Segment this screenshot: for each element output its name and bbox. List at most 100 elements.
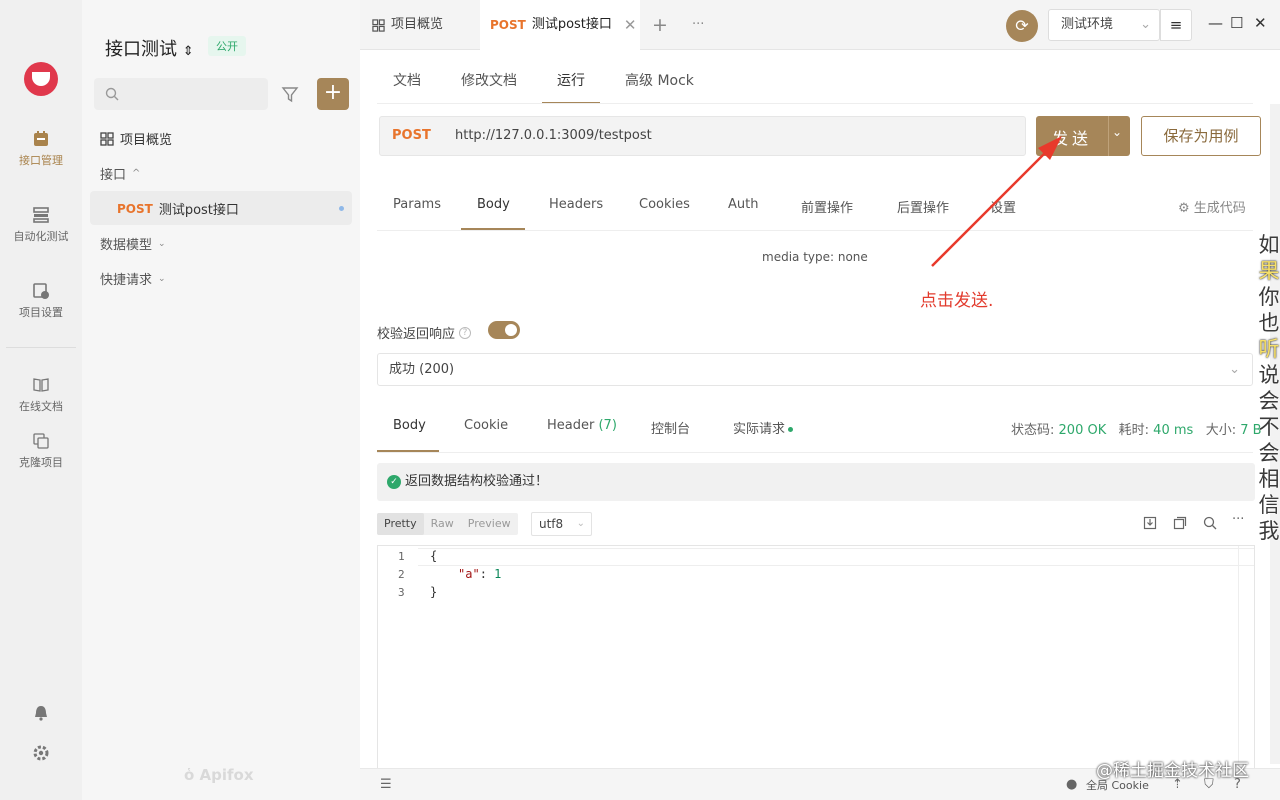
- maximize-icon[interactable]: ☐: [1230, 14, 1243, 32]
- window-close-icon[interactable]: ✕: [1254, 14, 1267, 32]
- annotation-arrow: [931, 136, 1062, 267]
- response-tab-header[interactable]: Header (7): [547, 418, 617, 433]
- list-icon[interactable]: ☰: [380, 777, 392, 792]
- chevron-down-icon: ⌄: [1229, 362, 1240, 377]
- sidebar-item-label: 测试post接口: [158, 203, 239, 218]
- save-as-case-button[interactable]: 保存为用例: [1141, 116, 1261, 156]
- copy-icon[interactable]: [1172, 515, 1188, 531]
- divider: [1108, 116, 1109, 156]
- line-number: 2: [398, 568, 405, 581]
- cookie-icon: ●: [1066, 777, 1078, 792]
- sidebar-item-overview[interactable]: 项目概览: [100, 129, 172, 148]
- generate-code-button[interactable]: ⚙ 生成代码: [1178, 197, 1246, 216]
- tab-params[interactable]: Params: [393, 197, 441, 212]
- project-switcher[interactable]: 接口测试 ⇕: [105, 35, 194, 61]
- rail-label: 接口管理: [19, 154, 63, 167]
- rail-item-api-manage[interactable]: 接口管理: [0, 130, 82, 168]
- rail-label: 在线文档: [19, 400, 63, 413]
- tab-headers[interactable]: Headers: [549, 197, 603, 212]
- rail-item-project-settings[interactable]: 项目设置: [0, 282, 82, 320]
- rail-label: 项目设置: [19, 306, 63, 319]
- sync-icon[interactable]: ⟳: [1006, 10, 1038, 42]
- grid-icon: [100, 131, 114, 146]
- format-pretty[interactable]: Pretty: [377, 513, 424, 535]
- search-icon[interactable]: [1202, 515, 1218, 531]
- sidebar-group-label: 数据模型: [100, 238, 153, 253]
- tab-body[interactable]: Body: [477, 197, 510, 212]
- generate-code-label: 生成代码: [1193, 201, 1246, 216]
- validation-success-banner: ✓ 返回数据结构校验通过！: [377, 463, 1255, 501]
- icon-rail: 接口管理 自动化测试 项目设置 在线文档 克隆项目: [0, 0, 82, 800]
- subtab-advanced-mock[interactable]: 高级 Mock: [625, 70, 694, 90]
- rail-item-online-docs[interactable]: 在线文档: [0, 376, 82, 414]
- annotation-text: 点击发送.: [920, 291, 994, 311]
- tab-auth[interactable]: Auth: [728, 197, 758, 212]
- method-select[interactable]: POST: [392, 128, 431, 143]
- validate-response-label: 校验返回响应 ?: [377, 323, 472, 342]
- code-line: }: [430, 585, 438, 599]
- add-api-button[interactable]: +: [317, 78, 349, 110]
- sidebar-group-quick-request[interactable]: 快捷请求 ⌄: [100, 269, 166, 288]
- format-preview[interactable]: Preview: [461, 513, 518, 535]
- response-status-select[interactable]: 成功 (200) ⌄: [377, 353, 1253, 386]
- main-panel: 文档 修改文档 运行 高级 Mock POST http://127.0.0.1…: [360, 50, 1280, 800]
- current-line-highlight: [418, 548, 1254, 566]
- clone-icon: [33, 433, 49, 449]
- rail-item-auto-test[interactable]: 自动化测试: [0, 206, 82, 244]
- switch-icon: ⇕: [182, 44, 194, 59]
- hamburger-menu-icon[interactable]: ≡: [1160, 9, 1192, 41]
- more-tabs-button[interactable]: ···: [692, 0, 704, 50]
- filter-icon[interactable]: [278, 82, 302, 106]
- response-tab-body[interactable]: Body: [393, 418, 426, 433]
- app-logo: [24, 62, 58, 96]
- rail-label: 自动化测试: [13, 230, 69, 243]
- close-icon[interactable]: ✕: [624, 0, 637, 50]
- format-raw[interactable]: Raw: [424, 513, 461, 535]
- api-manage-icon: [34, 131, 48, 146]
- watermark: @稀土掘金技术社区: [1096, 761, 1249, 781]
- more-icon[interactable]: ···: [1232, 512, 1248, 528]
- tab-api[interactable]: POST 测试post接口 ✕: [480, 0, 640, 50]
- project-visibility-badge: 公开: [208, 36, 246, 56]
- gear-icon[interactable]: [32, 744, 50, 762]
- method-badge: POST: [490, 18, 526, 32]
- response-tab-actual-request[interactable]: 实际请求: [733, 418, 794, 437]
- response-tab-console[interactable]: 控制台: [651, 418, 690, 437]
- chevron-down-icon: ⌄: [158, 238, 166, 249]
- sidebar-group-api[interactable]: 接口 ^: [100, 164, 140, 183]
- chevron-down-icon[interactable]: ⌄: [1112, 125, 1122, 139]
- status-dot: [788, 427, 794, 432]
- download-icon[interactable]: [1142, 515, 1158, 531]
- encoding-select[interactable]: utf8 ⌄: [531, 512, 592, 536]
- tab-overview[interactable]: 项目概览: [372, 0, 443, 50]
- bell-icon[interactable]: [32, 704, 50, 722]
- sidebar-item-api[interactable]: POST 测试post接口: [117, 199, 239, 219]
- code-line: {: [430, 549, 438, 563]
- project-sidebar: 接口测试 ⇕ 公开 + 项目概览 接口 ^ POST 测试post接口 数据模型…: [82, 0, 360, 800]
- tab-label: 项目概览: [391, 17, 444, 32]
- subtab-run[interactable]: 运行: [557, 70, 585, 90]
- sidebar-item-label: 项目概览: [120, 133, 173, 148]
- tab-cookies[interactable]: Cookies: [639, 197, 690, 212]
- minimize-icon[interactable]: —: [1208, 14, 1223, 32]
- grid-icon: [372, 18, 385, 32]
- environment-select[interactable]: 测试环境 ⌄: [1048, 9, 1160, 41]
- subtab-docs[interactable]: 文档: [393, 70, 421, 90]
- api-search-input[interactable]: [94, 78, 268, 110]
- subtab-edit-docs[interactable]: 修改文档: [461, 70, 517, 90]
- help-icon[interactable]: ?: [459, 326, 472, 339]
- auto-test-icon: [33, 207, 49, 223]
- tab-pre-ops[interactable]: 前置操作: [801, 197, 853, 216]
- header-count: (7): [598, 418, 617, 433]
- validate-response-toggle[interactable]: [488, 321, 520, 339]
- url-input[interactable]: http://127.0.0.1:3009/testpost: [455, 128, 652, 143]
- add-tab-button[interactable]: +: [652, 0, 668, 50]
- rail-item-clone-project[interactable]: 克隆项目: [0, 432, 82, 470]
- line-number: 1: [398, 550, 405, 563]
- response-tab-cookie[interactable]: Cookie: [464, 418, 508, 433]
- line-number: 3: [398, 586, 405, 599]
- method-badge: POST: [117, 201, 153, 216]
- sidebar-group-data-model[interactable]: 数据模型 ⌄: [100, 234, 166, 253]
- rail-divider: [6, 347, 76, 348]
- brand-logo: ὁ Apifox: [184, 766, 254, 784]
